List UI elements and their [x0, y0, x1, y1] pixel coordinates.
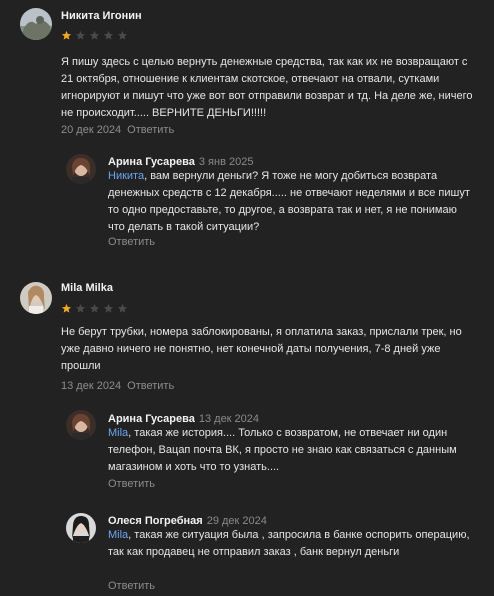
review-text: Я пишу здесь с целью вернуть денежные ср…: [61, 56, 473, 119]
star-rating: [61, 30, 128, 41]
star-empty-icon: [103, 30, 114, 40]
reviews-page: Никита Игонин Я пишу здесь с целью верну…: [0, 0, 494, 596]
avatar[interactable]: [20, 8, 52, 40]
avatar[interactable]: [66, 513, 96, 543]
reply-button[interactable]: Ответить: [108, 580, 155, 592]
review-text: Не берут трубки, номера заблокированы, я…: [61, 326, 462, 372]
reply-date: 3 янв 2025: [198, 156, 254, 168]
author-name[interactable]: Арина Гусарева 13 дек 2024: [108, 413, 259, 425]
star-empty-icon: [89, 303, 100, 313]
star-empty-icon: [117, 303, 128, 313]
star-empty-icon: [89, 30, 100, 40]
reply-button[interactable]: Ответить: [108, 478, 155, 490]
star-empty-icon: [75, 30, 86, 40]
review-date: 20 дек 2024: [61, 124, 122, 136]
review-meta: 13 дек 2024 Ответить: [61, 380, 174, 392]
star-empty-icon: [75, 303, 86, 313]
reply-button[interactable]: Ответить: [108, 236, 155, 248]
mention-link[interactable]: Mila: [108, 427, 128, 439]
review-meta: 20 дек 2024 Ответить: [61, 124, 174, 136]
review-date: 13 дек 2024: [61, 380, 122, 392]
reply-button[interactable]: Ответить: [127, 380, 174, 392]
star-empty-icon: [103, 303, 114, 313]
reply-button[interactable]: Ответить: [127, 124, 174, 136]
mention-link[interactable]: Никита: [108, 170, 144, 182]
reply-text: Никита, вам вернули деньги? Я тоже не мо…: [108, 170, 470, 233]
avatar[interactable]: [66, 410, 96, 440]
author-name[interactable]: Олеся Погребная 29 дек 2024: [108, 515, 267, 527]
avatar[interactable]: [20, 282, 52, 314]
mention-link[interactable]: Mila: [108, 529, 128, 541]
author-name[interactable]: Арина Гусарева 3 янв 2025: [108, 156, 253, 168]
avatar[interactable]: [66, 154, 96, 184]
reply-text: Mila, такая же ситуация была , запросила…: [108, 529, 470, 558]
reply-text: Mila, такая же история.... Только с возв…: [108, 427, 457, 473]
star-filled-icon: [61, 303, 72, 313]
author-name[interactable]: Никита Игонин: [61, 10, 142, 22]
star-filled-icon: [61, 30, 72, 40]
star-rating: [61, 303, 128, 314]
reply-date: 13 дек 2024: [198, 413, 260, 425]
reply-date: 29 дек 2024: [206, 515, 267, 527]
star-empty-icon: [117, 30, 128, 40]
author-name[interactable]: Mila Milka: [61, 282, 113, 294]
